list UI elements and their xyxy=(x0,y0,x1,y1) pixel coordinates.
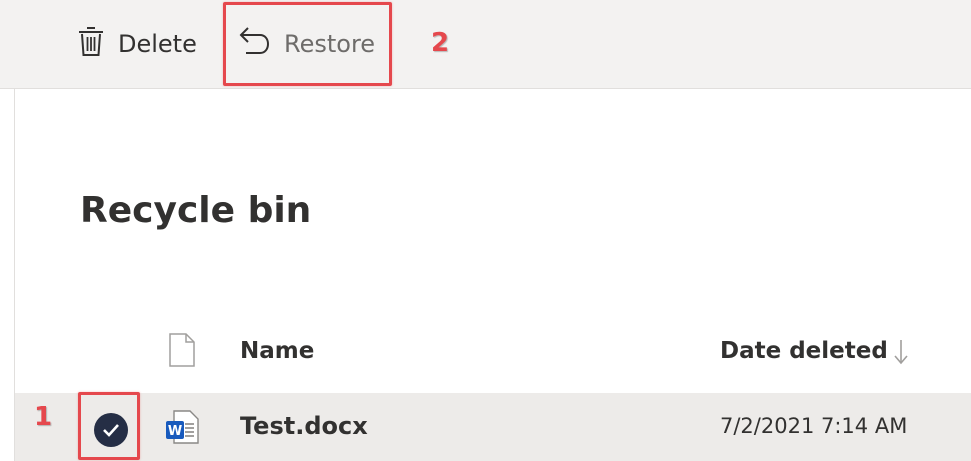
table-header: Name Date deleted xyxy=(0,328,971,376)
callout-box-restore xyxy=(223,2,392,86)
column-header-date-deleted[interactable]: Date deleted xyxy=(720,338,888,364)
file-date-deleted: 7/2/2021 7:14 AM xyxy=(720,414,908,438)
page-title: Recycle bin xyxy=(80,190,312,231)
file-type-column-icon[interactable] xyxy=(168,332,196,372)
trash-icon xyxy=(78,25,104,63)
delete-label: Delete xyxy=(118,30,197,58)
file-name[interactable]: Test.docx xyxy=(240,412,368,440)
column-header-name[interactable]: Name xyxy=(240,338,314,364)
word-document-icon: W xyxy=(166,409,200,449)
callout-box-checkbox xyxy=(78,392,140,460)
svg-text:W: W xyxy=(168,424,182,439)
callout-number-2: 2 xyxy=(431,28,450,58)
delete-button[interactable]: Delete xyxy=(78,0,197,88)
callout-number-1: 1 xyxy=(34,402,53,432)
sort-descending-icon xyxy=(892,338,910,370)
